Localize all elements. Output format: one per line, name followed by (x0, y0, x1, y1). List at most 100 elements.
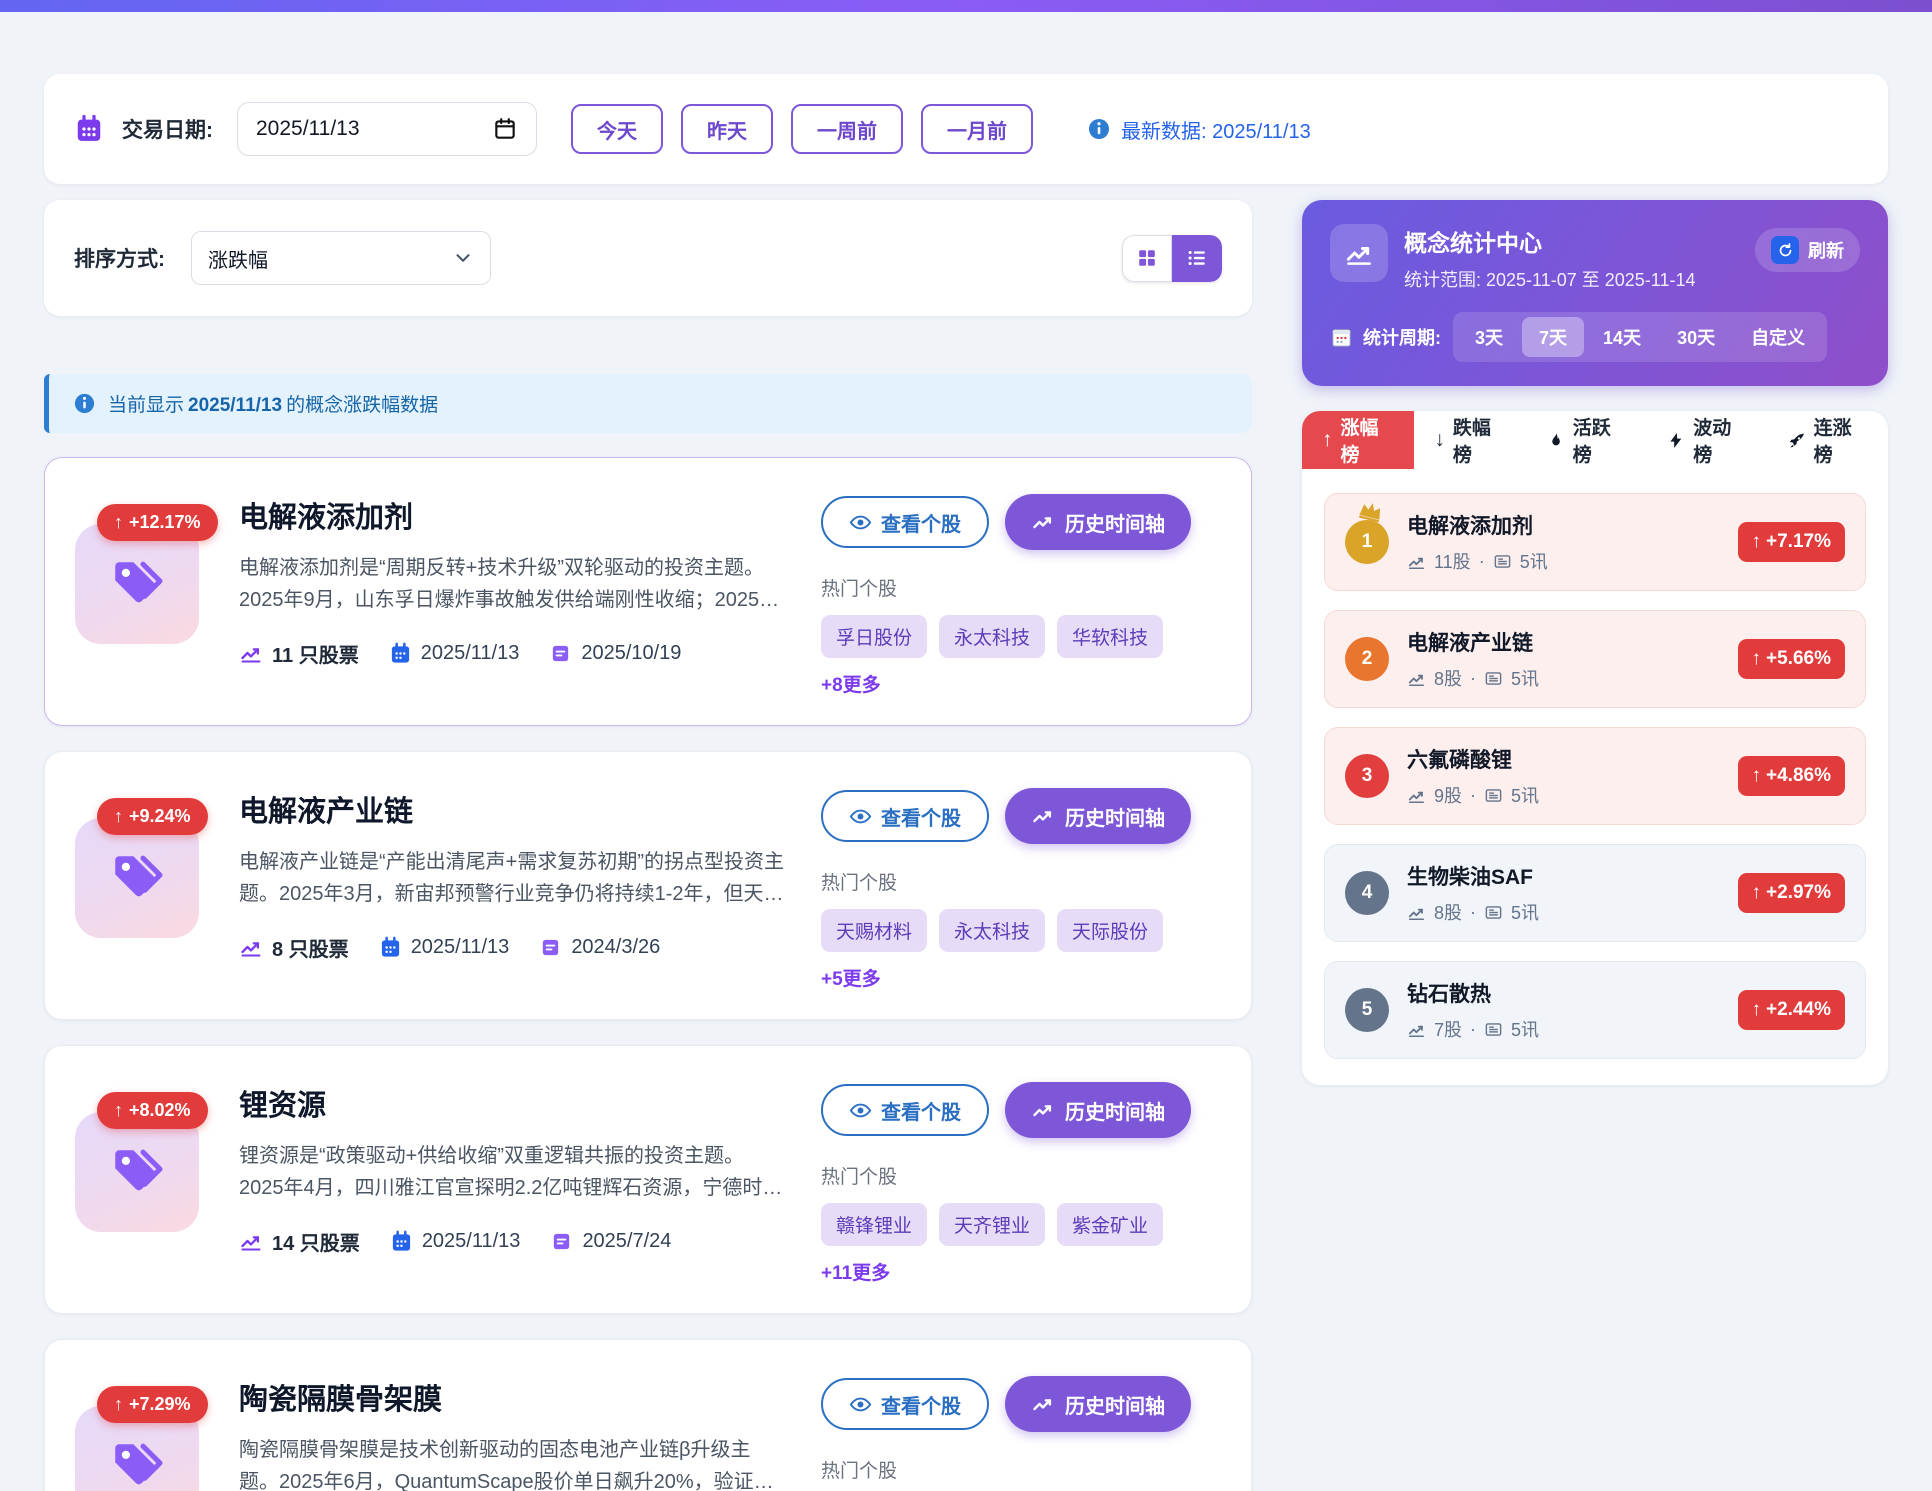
info-icon (1087, 117, 1111, 141)
concept-title: 陶瓷隔膜骨架膜 (239, 1376, 785, 1418)
concept-stats-center: 概念统计中心 统计范围: 2025-11-07 至 2025-11-14 刷新 (1302, 200, 1888, 386)
stock-tag[interactable]: 永太科技 (939, 615, 1045, 658)
list-view-button[interactable] (1172, 235, 1222, 282)
concept-card: ↑+12.17% 电解液添加剂 电解液添加剂是“周期反转+技术升级”双轮驱动的投… (44, 457, 1252, 726)
history-timeline-button[interactable]: 历史时间轴 (1005, 788, 1191, 844)
start-date: 2025/10/19 (549, 642, 681, 665)
stock-tag[interactable]: 赣锋锂业 (821, 1203, 927, 1246)
crown-icon (1356, 498, 1386, 524)
period-custom[interactable]: 自定义 (1734, 317, 1822, 357)
view-toggle (1122, 235, 1222, 282)
stock-tag[interactable]: 紫金矿业 (1057, 1203, 1163, 1246)
rank-item[interactable]: 2 电解液产业链 8股· 5讯 ↑+5.66% (1324, 610, 1866, 708)
rocket-icon (1788, 431, 1806, 450)
period-selector: 3天 7天 14天 30天 自定义 (1453, 312, 1827, 362)
tab-volatility[interactable]: 波动榜 (1647, 411, 1767, 469)
grid-view-button[interactable] (1122, 235, 1172, 282)
stock-tag[interactable]: 天际股份 (1057, 909, 1163, 952)
news-icon (1484, 1020, 1503, 1039)
chart-icon (239, 1229, 263, 1253)
sort-label: 排序方式: (74, 243, 165, 273)
period-7d[interactable]: 7天 (1522, 317, 1584, 357)
rank-item[interactable]: 4 生物柴油SAF 8股· 5讯 ↑+2.97% (1324, 844, 1866, 942)
calendar-icon (74, 114, 104, 144)
sort-select[interactable]: 涨跌幅 (191, 231, 491, 285)
concept-thumbnail (75, 1112, 199, 1232)
tag-icon (108, 1143, 166, 1201)
tab-gainers[interactable]: ↑涨幅榜 (1302, 411, 1414, 469)
rank-change-badge: ↑+2.44% (1738, 990, 1845, 1030)
concept-card: ↑+8.02% 锂资源 锂资源是“政策驱动+供给收缩”双重逻辑共振的投资主题。2… (44, 1045, 1252, 1314)
trade-date-label: 交易日期: (122, 114, 213, 144)
rank-item[interactable]: 3 六氟磷酸锂 9股· 5讯 ↑+4.86% (1324, 727, 1866, 825)
up-arrow-icon: ↑ (1752, 531, 1762, 553)
tab-active[interactable]: 活跃榜 (1527, 411, 1647, 469)
info-icon (73, 392, 96, 415)
yesterday-button[interactable]: 昨天 (681, 104, 773, 154)
period-label: 统计周期: (1363, 324, 1441, 350)
rank-change-badge: ↑+7.17% (1738, 522, 1845, 562)
date-picker-icon[interactable] (492, 116, 518, 142)
hot-stocks-label: 热门个股 (821, 574, 1221, 601)
rank-concept-stats: 7股· 5讯 (1407, 1016, 1738, 1042)
period-30d[interactable]: 30天 (1660, 317, 1732, 357)
calendar-note-icon (539, 936, 562, 959)
rank-item[interactable]: 5 钻石散热 7股· 5讯 ↑+2.44% (1324, 961, 1866, 1059)
tab-losers[interactable]: ↓跌幅榜 (1414, 411, 1526, 469)
stock-tag[interactable]: 永太科技 (939, 909, 1045, 952)
period-14d[interactable]: 14天 (1586, 317, 1658, 357)
view-stocks-button[interactable]: 查看个股 (821, 1084, 989, 1136)
tag-icon (108, 849, 166, 907)
more-tags-link[interactable]: +8更多 (821, 670, 881, 697)
stock-tag[interactable]: 华软科技 (1057, 615, 1163, 658)
stock-tag[interactable]: 孚日股份 (821, 615, 927, 658)
history-timeline-button[interactable]: 历史时间轴 (1005, 1082, 1191, 1138)
ranking-panel: ↑涨幅榜 ↓跌幅榜 活跃榜 波动榜 连涨榜 1 电解液添加剂 (1302, 411, 1888, 1085)
news-icon (1493, 552, 1512, 571)
view-stocks-button[interactable]: 查看个股 (821, 1378, 989, 1430)
view-stocks-button[interactable]: 查看个股 (821, 496, 989, 548)
banner-text: 当前显示2025/11/13的概念涨跌幅数据 (108, 390, 438, 417)
today-button[interactable]: 今天 (571, 104, 663, 154)
stats-center-title: 概念统计中心 (1404, 224, 1739, 258)
concept-icon-area: ↑+7.29% (75, 1406, 203, 1491)
history-timeline-button[interactable]: 历史时间轴 (1005, 1376, 1191, 1432)
banner-date: 2025/11/13 (188, 395, 282, 416)
rank-item[interactable]: 1 电解液添加剂 11股· 5讯 ↑+7.17% (1324, 493, 1866, 591)
rank-concept-name: 生物柴油SAF (1407, 861, 1738, 891)
more-tags-link[interactable]: +5更多 (821, 964, 881, 991)
view-stocks-button[interactable]: 查看个股 (821, 790, 989, 842)
down-arrow-icon: ↓ (1434, 428, 1445, 452)
lightning-icon (1667, 431, 1685, 450)
calendar-icon (389, 642, 412, 665)
period-3d[interactable]: 3天 (1458, 317, 1520, 357)
update-date: 2025/11/13 (390, 1230, 521, 1253)
trade-date-input[interactable]: 2025/11/13 (237, 102, 537, 156)
chart-icon (1407, 552, 1426, 571)
change-value: +9.24% (129, 806, 191, 827)
month-ago-button[interactable]: 一月前 (921, 104, 1033, 154)
rank-concept-name: 钻石散热 (1407, 978, 1738, 1008)
stats-period-row: 统计周期: 3天 7天 14天 30天 自定义 (1330, 312, 1860, 362)
up-arrow-icon: ↑ (114, 1100, 123, 1121)
concept-thumbnail (75, 818, 199, 938)
refresh-button[interactable]: 刷新 (1755, 228, 1860, 272)
concept-title: 锂资源 (239, 1082, 785, 1124)
tab-streak[interactable]: 连涨榜 (1768, 411, 1888, 469)
stock-tag[interactable]: 天齐锂业 (939, 1203, 1045, 1246)
rank-concept-stats: 8股· 5讯 (1407, 899, 1738, 925)
eye-icon (849, 805, 872, 828)
calendar-icon (390, 1230, 413, 1253)
concept-thumbnail (75, 524, 199, 644)
more-tags-link[interactable]: +11更多 (821, 1258, 890, 1285)
ranking-tabs: ↑涨幅榜 ↓跌幅榜 活跃榜 波动榜 连涨榜 (1302, 411, 1888, 469)
calendar-note-icon (549, 642, 572, 665)
up-arrow-icon: ↑ (114, 1394, 123, 1415)
chart-icon (1407, 1020, 1426, 1039)
week-ago-button[interactable]: 一周前 (791, 104, 903, 154)
history-timeline-button[interactable]: 历史时间轴 (1005, 494, 1191, 550)
stock-tag[interactable]: 天赐材料 (821, 909, 927, 952)
rank-number: 4 (1345, 871, 1389, 915)
latest-data-info: 最新数据: 2025/11/13 (1087, 115, 1311, 144)
eye-icon (849, 1393, 872, 1416)
